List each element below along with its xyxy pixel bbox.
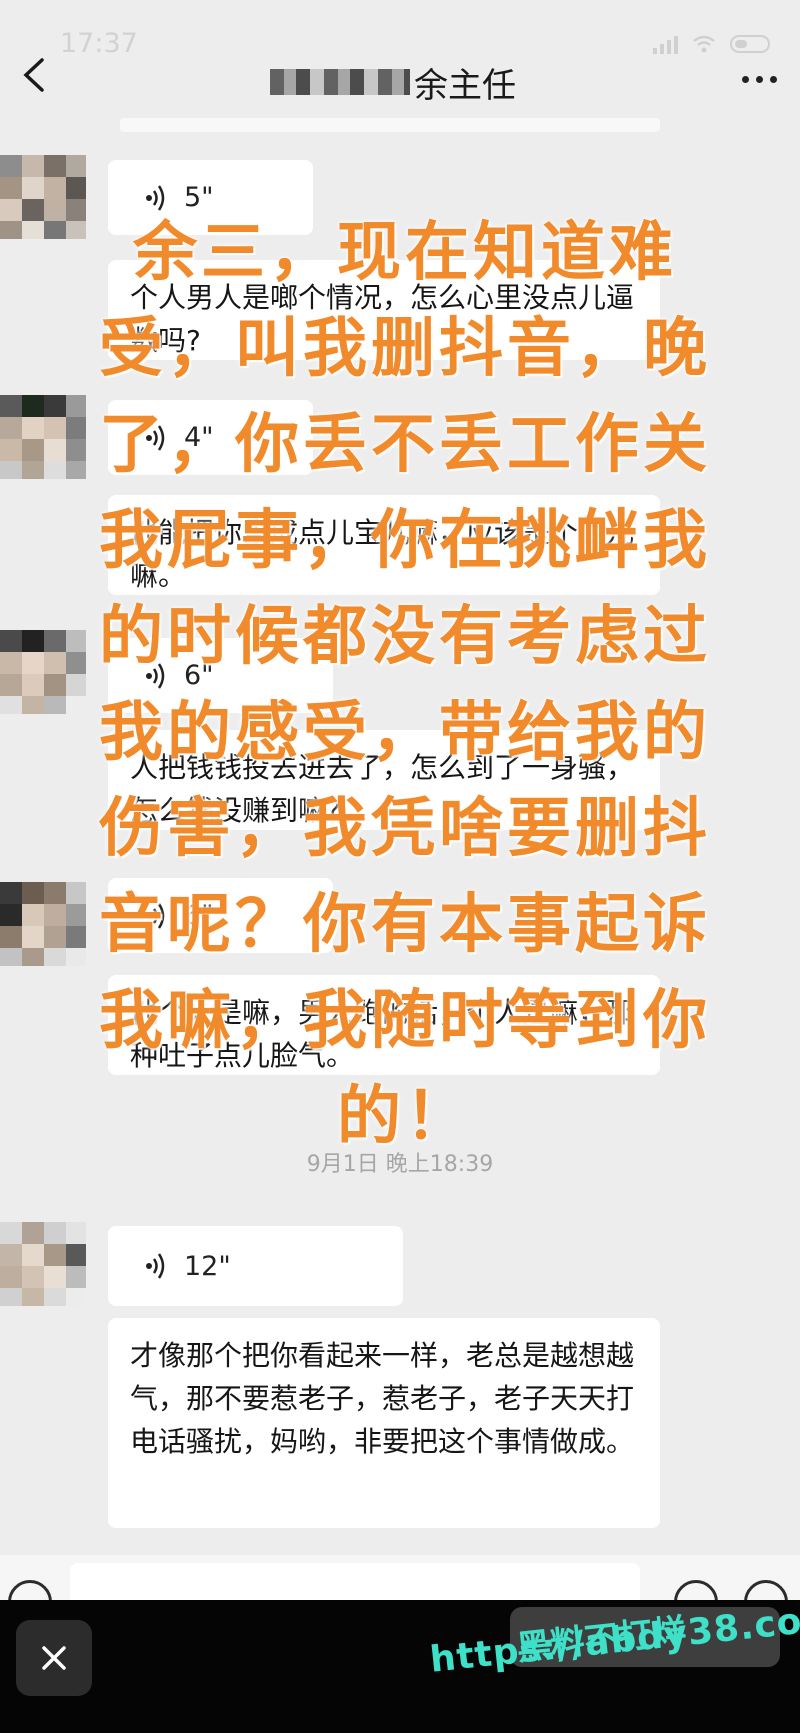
close-icon (42, 1646, 66, 1670)
voice-icon (146, 1253, 165, 1279)
avatar[interactable] (0, 395, 86, 479)
more-icon[interactable] (734, 64, 784, 94)
close-button[interactable] (16, 1620, 92, 1696)
avatar[interactable] (0, 630, 86, 714)
header-divider (120, 118, 660, 132)
avatar[interactable] (0, 1222, 86, 1306)
redacted-name (270, 69, 410, 95)
avatar[interactable] (0, 155, 86, 239)
text-message[interactable]: 才像那个把你看起来一样，老总是越想越气，那不要惹老子，惹老子，老子天天打电话骚扰… (108, 1318, 660, 1528)
voice-duration: 12" (184, 1250, 231, 1282)
avatar[interactable] (0, 882, 86, 966)
voice-message[interactable]: 12" (108, 1226, 403, 1306)
overlay-caption: 余三，现在知道难受，叫我删抖音，晚了，你丢不丢工作关我屁事，你在挑衅我的时候都没… (99, 216, 711, 1154)
chat-title: 余主任 (270, 60, 516, 106)
chat-title-text: 余主任 (414, 65, 516, 106)
back-icon[interactable] (10, 50, 58, 100)
chat-header: 余主任 (0, 40, 800, 120)
